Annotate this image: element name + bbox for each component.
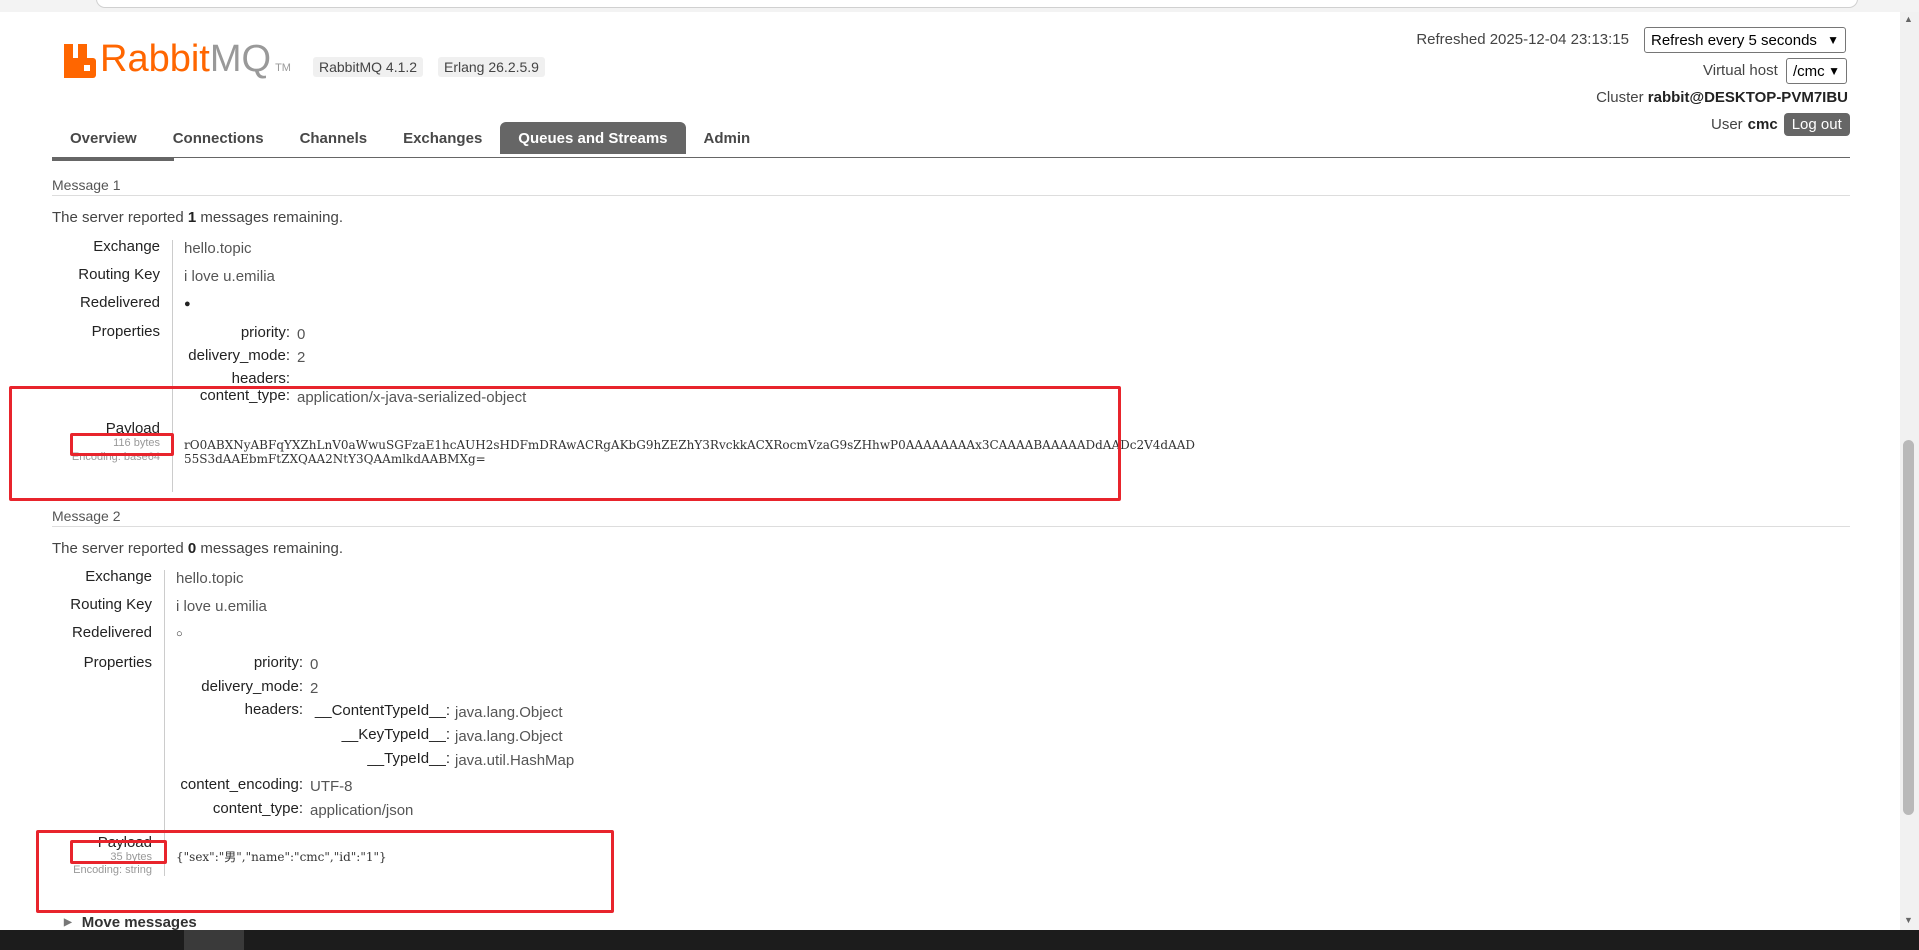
message-2-title: Message 2 <box>52 508 121 524</box>
cluster-label: Cluster <box>1596 89 1644 106</box>
message-2-delivery-mode: 2 <box>310 680 319 697</box>
message-2-priority: 0 <box>310 656 319 673</box>
scrollbar-thumb[interactable] <box>1903 440 1914 815</box>
move-messages-label: Move messages <box>81 914 197 931</box>
scroll-up-icon[interactable]: ▲ <box>1904 14 1913 24</box>
message-1-remaining-count: 1 <box>187 209 197 226</box>
message-2-header-key-type-id-key: __KeyTypeId__: <box>341 726 450 743</box>
taskbar-item[interactable] <box>184 930 244 950</box>
message-1-exchange: hello.topic <box>184 240 252 257</box>
main-tabs: Overview Connections Channels Exchanges … <box>52 122 768 154</box>
tab-overview[interactable]: Overview <box>52 122 155 154</box>
message-2-header-key-type-id: java.lang.Object <box>455 728 563 745</box>
virtual-host-label: Virtual host <box>1703 62 1778 79</box>
message-2-routing-key: i love u.emilia <box>176 598 267 615</box>
message-1-size-highlight <box>70 433 174 456</box>
message-2-remaining-count: 0 <box>187 540 197 557</box>
message-2-priority-key: priority: <box>253 654 303 671</box>
message-2-size-highlight <box>70 840 167 864</box>
message-2-delivery-mode-key: delivery_mode: <box>201 678 303 695</box>
message-2-routing-key-label: Routing Key <box>70 596 152 613</box>
cluster-info: Cluster rabbit@DESKTOP-PVM7IBU <box>1596 89 1848 106</box>
tab-queues-and-streams[interactable]: Queues and Streams <box>500 122 686 154</box>
message-2-reported: The server reported 0 messages remaining… <box>52 540 343 557</box>
user-info: User cmc Log out <box>1711 113 1850 136</box>
message-2-header-type-id: java.util.HashMap <box>455 752 575 769</box>
virtual-host-value: /cmc <box>1793 62 1825 80</box>
message-1-routing-key-label: Routing Key <box>78 266 160 283</box>
logo-wordmark: RabbitMQ <box>100 38 272 80</box>
caret-right-icon: ▶ <box>64 917 72 928</box>
message-2-redelivered-label: Redelivered <box>71 624 152 641</box>
message-1-delivery-mode-key: delivery_mode: <box>188 347 290 364</box>
message-1-routing-key: i love u.emilia <box>184 268 275 285</box>
move-messages-toggle[interactable]: ▶ Move messages <box>64 914 197 931</box>
message-2-content-encoding: UTF-8 <box>310 778 353 795</box>
message-2-exchange: hello.topic <box>176 570 244 587</box>
rabbitmq-logo-icon <box>64 44 96 78</box>
tab-channels[interactable]: Channels <box>282 122 386 154</box>
tabs-divider <box>52 157 1850 158</box>
message-1-title: Message 1 <box>52 177 121 193</box>
message-1-divider <box>52 195 1850 196</box>
virtual-host-select[interactable]: /cmc ▼ <box>1786 58 1847 84</box>
user-name: cmc <box>1747 116 1778 133</box>
scroll-down-icon[interactable]: ▼ <box>1904 915 1913 925</box>
refreshed-timestamp: Refreshed 2025-12-04 23:13:15 <box>1416 31 1629 48</box>
message-2-header-type-id-key: __TypeId__: <box>367 750 450 767</box>
message-1-delivery-mode: 2 <box>297 349 306 366</box>
taskbar <box>0 930 1919 950</box>
tab-admin[interactable]: Admin <box>686 122 769 154</box>
tabs-underline-accent <box>52 158 174 161</box>
message-2-content-encoding-key: content_encoding: <box>180 776 303 793</box>
message-1-priority: 0 <box>297 326 306 343</box>
message-2-divider <box>52 526 1850 527</box>
message-2-content-type-key: content_type: <box>212 800 303 817</box>
refresh-interval-select[interactable]: Refresh every 5 seconds ▼ <box>1644 27 1846 53</box>
logout-button[interactable]: Log out <box>1783 113 1850 136</box>
logo-trademark: TM <box>275 62 291 74</box>
user-label: User <box>1711 116 1743 133</box>
browser-address-bar-edge <box>96 0 1858 8</box>
tab-connections[interactable]: Connections <box>155 122 282 154</box>
message-1-highlight-box <box>9 386 1121 501</box>
message-1-redelivered-indicator: ● <box>184 298 191 310</box>
chevron-down-icon: ▼ <box>1828 64 1840 78</box>
message-1-priority-key: priority: <box>240 324 290 341</box>
message-2-header-content-type-id: java.lang.Object <box>455 704 563 721</box>
message-2-properties-label: Properties <box>83 654 152 671</box>
cluster-name: rabbit@DESKTOP-PVM7IBU <box>1647 89 1848 106</box>
message-1-headers-key: headers: <box>231 370 290 387</box>
message-1-exchange-label: Exchange <box>93 238 160 255</box>
message-2-headers-key: headers: <box>244 701 303 718</box>
tab-exchanges[interactable]: Exchanges <box>385 122 500 154</box>
chevron-down-icon: ▼ <box>1827 33 1839 47</box>
message-1-redelivered-label: Redelivered <box>79 294 160 311</box>
message-2-header-content-type-id-key: __ContentTypeId__: <box>314 702 450 719</box>
message-1-properties-label: Properties <box>91 323 160 340</box>
message-2-exchange-label: Exchange <box>85 568 152 585</box>
message-2-content-type: application/json <box>310 802 414 819</box>
message-1-reported: The server reported 1 messages remaining… <box>52 209 343 226</box>
refresh-interval-value: Refresh every 5 seconds <box>1651 31 1817 49</box>
erlang-version-badge: Erlang 26.2.5.9 <box>438 57 545 77</box>
rabbitmq-version-badge: RabbitMQ 4.1.2 <box>313 57 424 77</box>
rabbitmq-logo[interactable]: RabbitMQ TM <box>64 38 291 78</box>
message-2-redelivered-indicator: ○ <box>176 628 183 640</box>
